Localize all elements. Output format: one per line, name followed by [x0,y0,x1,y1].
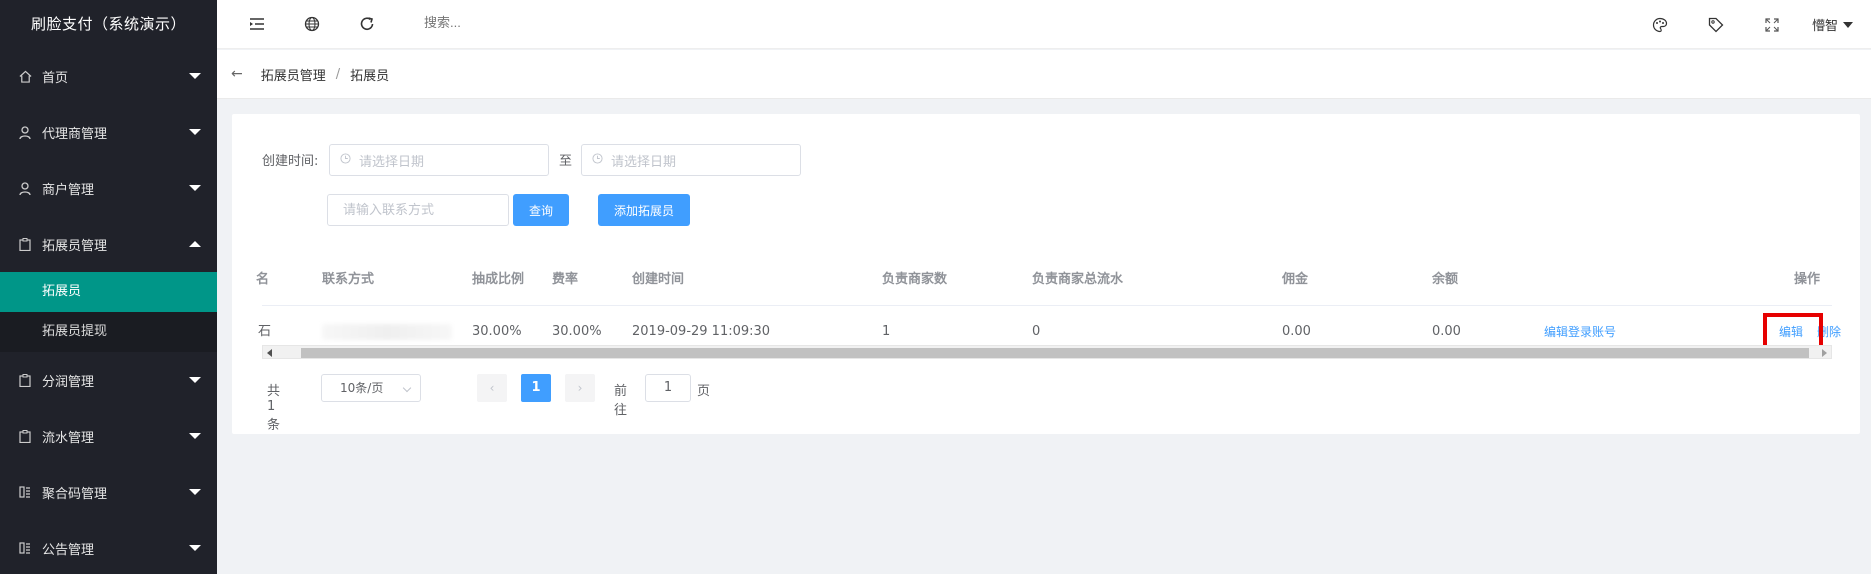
user-menu[interactable]: 懵智 [1812,15,1853,34]
query-button[interactable]: 查询 [513,194,569,226]
caret-down-icon [189,545,201,551]
top-header: 懵智 [217,0,1871,49]
caret-down-icon [189,377,201,383]
user-icon [18,125,32,139]
column-header: 余额 [1432,272,1459,287]
user-name: 懵智 [1811,19,1838,34]
column-header: 费率 [552,272,579,287]
refresh-icon[interactable] [357,14,377,34]
chevron-down-icon [402,383,412,393]
submenu-promoter: 拓展员 拓展员提现 [0,272,217,352]
breadcrumb-item[interactable]: 拓展员管理 [261,65,326,84]
caret-down-icon [189,73,201,79]
caret-down-icon [189,433,201,439]
page-size-value: 10条/页 [340,381,384,395]
breadcrumb: ← 拓展员管理 / 拓展员 [217,50,1871,99]
menu-fold-icon[interactable] [247,14,267,34]
sidebar-item-aggregate-code[interactable]: 聚合码管理 [0,464,217,520]
breadcrumb-item-current: 拓展员 [350,68,390,84]
user-icon [18,181,32,195]
header-right: 懵智 [1650,0,1871,49]
grid-icon [18,541,32,555]
goto-page-input[interactable]: 1 [645,374,691,402]
app-title: 刷脸支付（系统演示） [0,0,217,48]
clock-icon [592,152,603,168]
caret-down-icon [189,185,201,191]
clipboard-icon [18,373,32,387]
goto-label: 前往 [614,384,628,418]
clipboard-icon [18,429,32,443]
breadcrumb-separator: / [335,66,341,82]
back-arrow-icon[interactable]: ← [231,66,243,82]
column-header: 佣金 [1282,272,1309,287]
page-size-select[interactable]: 10条/页 [321,374,421,402]
sidebar-item-merchant[interactable]: 商户管理 [0,160,217,216]
sidebar-item-profit-sharing[interactable]: 分润管理 [0,352,217,408]
caret-up-icon [189,241,201,247]
to-label: 至 [559,154,573,169]
created-time-label: 创建时间: [262,154,319,169]
sidebar-item-label: 商户管理 [42,182,95,198]
sidebar-item-label: 分润管理 [42,374,95,390]
fullscreen-icon[interactable] [1762,15,1782,35]
scrollbar-thumb[interactable] [301,348,1809,358]
sidebar: 刷脸支付（系统演示） 首页 代理商管理 商户管理 拓展员管理 拓展员 拓展员提现 [0,0,217,574]
sidebar-item-home[interactable]: 首页 [0,48,217,104]
start-date-picker[interactable]: 请选择日期 [329,144,549,176]
end-date-placeholder: 请选择日期 [611,154,677,170]
sidebar-item-label: 拓展员管理 [42,238,108,254]
sidebar-item-label: 聚合码管理 [42,486,108,502]
palette-icon[interactable] [1650,15,1670,35]
sidebar-item-flow[interactable]: 流水管理 [0,408,217,464]
main-panel: 创建时间: 请选择日期 至 请选择日期 查询 添加拓展员 名 联系方式 抽成比例… [232,114,1860,434]
home-icon [18,69,32,83]
page-number-current[interactable]: 1 [521,374,551,402]
contact-input[interactable] [327,194,509,226]
next-page-button[interactable]: › [565,374,595,402]
search-input[interactable] [424,15,624,30]
sidebar-item-promoter[interactable]: 拓展员 [0,272,217,312]
sidebar-item-promoter-withdraw[interactable]: 拓展员提现 [0,312,217,352]
start-date-placeholder: 请选择日期 [359,154,425,170]
cell-contact-redacted [322,324,452,340]
grid-icon [18,485,32,499]
scroll-right-icon[interactable] [1822,349,1827,357]
tag-icon[interactable] [1706,15,1726,35]
add-promoter-button[interactable]: 添加拓展员 [598,194,690,226]
sidebar-item-promoter-management[interactable]: 拓展员管理 [0,216,217,272]
column-header: 负责商家数 [882,272,948,287]
sidebar-item-label: 代理商管理 [42,126,108,142]
page-suffix-label: 页 [697,384,711,399]
caret-down-icon [189,129,201,135]
column-header: 操作 [1794,272,1821,287]
caret-down-icon [1843,21,1853,28]
column-header: 创建时间 [632,272,685,287]
sidebar-item-label: 首页 [42,70,69,86]
promoter-table: 名 联系方式 抽成比例 费率 创建时间 负责商家数 负责商家总流水 佣金 余额 … [256,254,1841,358]
scroll-left-icon[interactable] [267,349,272,357]
sidebar-item-agent[interactable]: 代理商管理 [0,104,217,160]
column-header: 联系方式 [322,272,375,287]
total-count: 共 1 条 [267,384,281,433]
prev-page-button[interactable]: ‹ [477,374,507,402]
end-date-picker[interactable]: 请选择日期 [581,144,801,176]
globe-icon[interactable] [302,14,322,34]
caret-down-icon [189,489,201,495]
horizontal-scrollbar[interactable] [262,345,1832,359]
clock-icon [340,152,351,168]
clipboard-icon [18,237,32,251]
column-header: 名 [256,272,270,287]
column-header: 负责商家总流水 [1032,272,1124,287]
sidebar-item-label: 公告管理 [42,542,95,558]
sidebar-item-label: 流水管理 [42,430,95,446]
table-header: 名 联系方式 抽成比例 费率 创建时间 负责商家数 负责商家总流水 佣金 余额 … [256,254,1832,306]
sidebar-item-announcement[interactable]: 公告管理 [0,520,217,574]
column-header: 抽成比例 [472,272,525,287]
